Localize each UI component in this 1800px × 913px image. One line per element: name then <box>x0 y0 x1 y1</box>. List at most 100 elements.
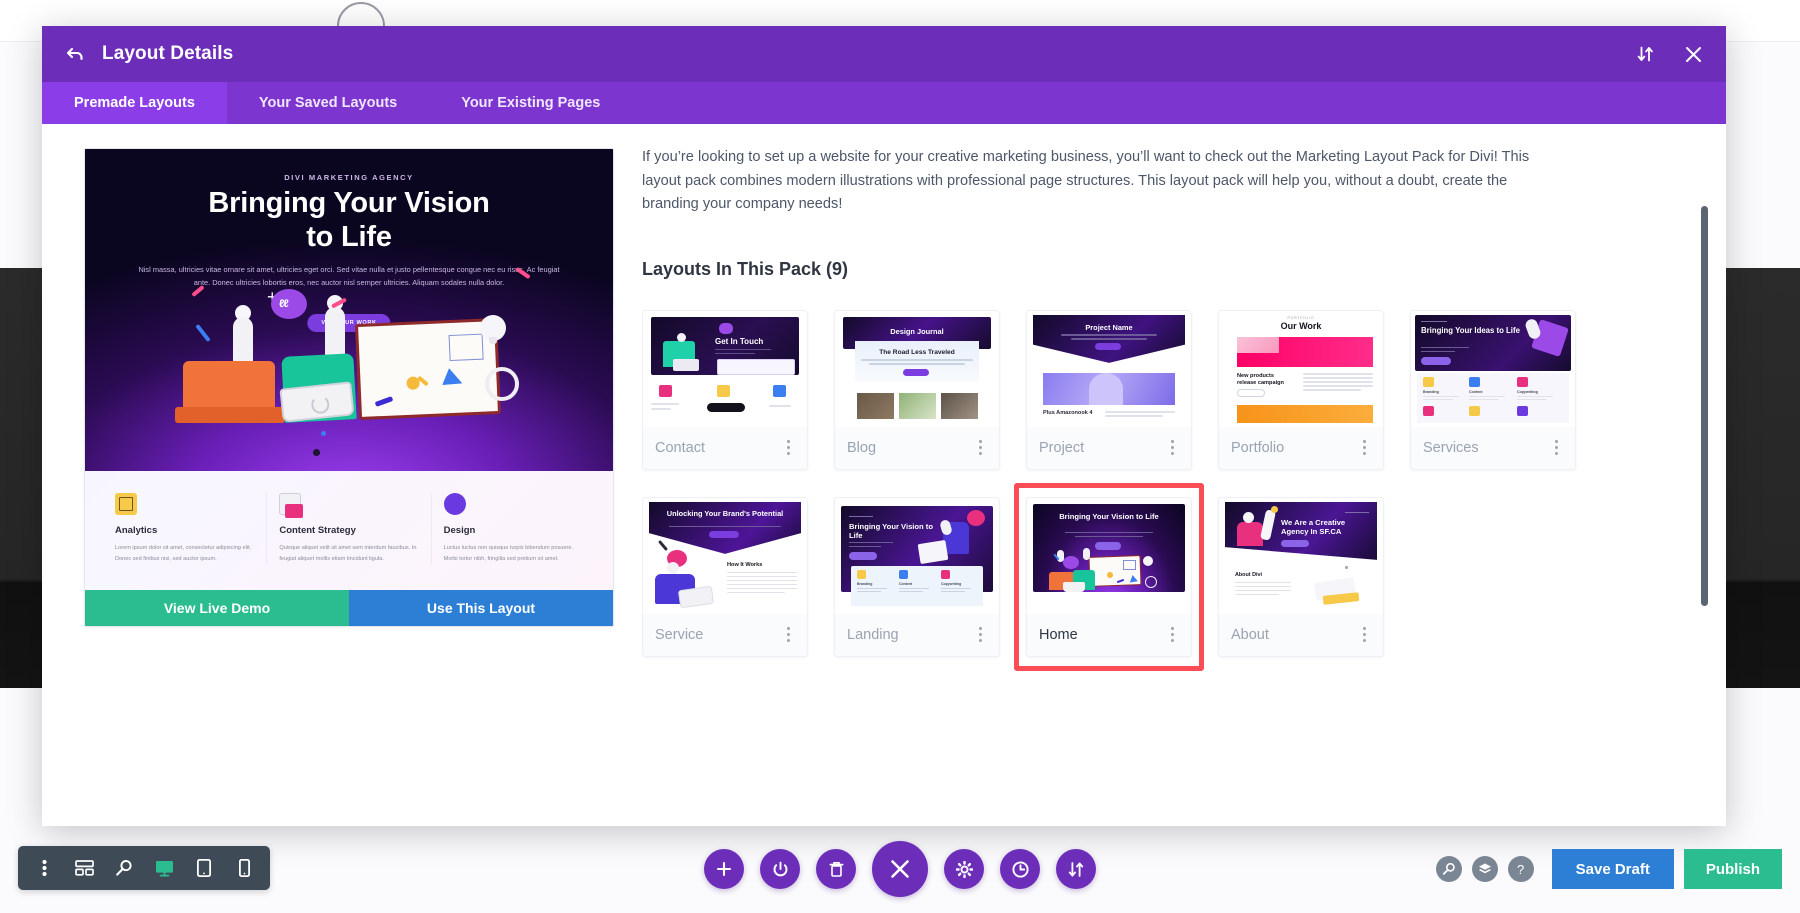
kebab-menu-icon[interactable] <box>1357 440 1371 456</box>
layout-name: Project <box>1039 439 1085 456</box>
preview-heading-line1: Bringing Your Vision <box>208 187 490 219</box>
help-icon[interactable]: ? <box>1507 856 1534 882</box>
thumb-subtitle: About Divi <box>1235 571 1262 578</box>
builder-left-toolbar <box>18 846 270 890</box>
wireframe-icon[interactable] <box>66 850 102 886</box>
layout-thumbnail: We Are a Creative Agency In SF.CA About … <box>1219 497 1383 614</box>
thumb-title: Bringing Your Ideas to Life <box>1421 325 1520 335</box>
layout-card-portfolio[interactable]: PORTFOLIO Our Work New products release … <box>1218 309 1384 470</box>
thumb-title: We Are a Creative Agency In SF.CA <box>1281 517 1346 537</box>
layout-thumbnail: Get In Touch <box>643 310 807 427</box>
layout-name: Services <box>1423 439 1479 456</box>
preview-hero: DIVI MARKETING AGENCY Bringing Your Visi… <box>85 149 613 471</box>
thumb-title: Unlocking Your Brand's Potential <box>666 508 784 518</box>
feature-title: Design <box>443 525 476 536</box>
modal-tabs: Premade Layouts Your Saved Layouts Your … <box>42 82 1726 124</box>
tab-your-existing-pages[interactable]: Your Existing Pages <box>429 82 632 124</box>
kebab-menu-icon[interactable] <box>26 850 62 886</box>
pack-description: If you’re looking to set up a website fo… <box>642 149 1530 213</box>
modal-header-actions <box>1634 43 1704 65</box>
thumb-title: Project Name <box>1085 322 1133 332</box>
tab-premade-layouts[interactable]: Premade Layouts <box>42 82 227 124</box>
view-live-demo-button[interactable]: View Live Demo <box>85 590 349 627</box>
gear-icon[interactable] <box>944 849 984 889</box>
kebab-menu-icon[interactable] <box>1165 440 1179 456</box>
palette-icon <box>443 493 466 515</box>
tablet-icon[interactable] <box>186 850 222 886</box>
layout-preview-card: DIVI MARKETING AGENCY Bringing Your Visi… <box>84 148 614 628</box>
layout-thumbnail: PORTFOLIO Our Work New products release … <box>1219 310 1383 427</box>
power-icon[interactable] <box>760 849 800 889</box>
layout-card-project[interactable]: Project Name Plus Amazonook 4 Project <box>1026 309 1192 470</box>
close-x-icon[interactable] <box>1682 43 1704 65</box>
phone-icon[interactable] <box>226 850 262 886</box>
thumb-subtitle: How It Works <box>727 561 763 568</box>
kebab-menu-icon[interactable] <box>973 627 987 643</box>
modal-scrollbar-thumb[interactable] <box>1701 206 1708 606</box>
layout-card-services[interactable]: Bringing Your Ideas to Life Branding Con… <box>1410 309 1576 470</box>
layout-thumbnail: Bringing Your Ideas to Life Branding Con… <box>1411 310 1575 427</box>
sort-updown-icon[interactable] <box>1056 849 1096 889</box>
plus-icon[interactable] <box>704 849 744 889</box>
thumb-subtitle: New products release campaign <box>1237 372 1284 387</box>
chart-icon <box>115 493 137 515</box>
preview-heading: Bringing Your Vision to Life <box>85 187 613 255</box>
layout-card-service[interactable]: Unlocking Your Brand's Potential How It … <box>642 496 808 657</box>
kebab-menu-icon[interactable] <box>781 627 795 643</box>
close-x-icon[interactable] <box>872 841 928 897</box>
builder-center-toolbar <box>704 841 1096 897</box>
layers-icon[interactable] <box>1471 856 1498 882</box>
kebab-menu-icon[interactable] <box>973 440 987 456</box>
publish-button[interactable]: Publish <box>1683 849 1782 889</box>
layout-card-blog[interactable]: Design Journal The Road Less Traveled Bl… <box>834 309 1000 470</box>
desktop-icon[interactable] <box>146 850 182 886</box>
thumb-title: Bringing Your Vision to Life <box>849 521 933 541</box>
layout-thumbnail: Bringing Your Vision to Life <box>1027 497 1191 614</box>
chat-bubble-icon: ℓℓ <box>271 289 307 319</box>
layout-name: Service <box>655 626 704 643</box>
kebab-menu-icon[interactable] <box>1549 440 1563 456</box>
kebab-menu-icon[interactable] <box>781 440 795 456</box>
thumb-subtitle: The Road Less Traveled <box>879 348 955 356</box>
trash-icon[interactable] <box>816 849 856 889</box>
decor-dot <box>313 449 320 456</box>
preview-actions: View Live Demo Use This Layout <box>85 590 613 627</box>
modal-scrollbar-track[interactable] <box>1701 206 1708 808</box>
feature-analytics: Analytics Lorem ipsum dolor sit amet, co… <box>103 493 266 564</box>
tab-your-saved-layouts[interactable]: Your Saved Layouts <box>227 82 429 124</box>
layout-name: Landing <box>847 626 899 643</box>
layout-preview-column: DIVI MARKETING AGENCY Bringing Your Visi… <box>42 124 642 826</box>
layout-thumbnail: Unlocking Your Brand's Potential How It … <box>643 497 807 614</box>
layout-name: Home <box>1039 626 1078 643</box>
use-this-layout-button[interactable]: Use This Layout <box>349 590 613 627</box>
sort-updown-icon[interactable] <box>1634 43 1656 65</box>
layout-card-landing[interactable]: Bringing Your Vision to Life Branding Co… <box>834 496 1000 657</box>
feature-design: Design Luctus luctus non quisque turpis … <box>432 493 595 564</box>
person-body <box>233 317 253 363</box>
back-arrow-icon[interactable] <box>62 41 88 67</box>
zoom-out-icon[interactable] <box>106 850 142 886</box>
builder-right-toolbar: ? Save Draft Publish <box>1435 849 1782 889</box>
layout-details-modal: Layout Details Premade Layouts Your Save… <box>42 26 1726 826</box>
layout-card-about[interactable]: We Are a Creative Agency In SF.CA About … <box>1218 496 1384 657</box>
history-icon[interactable] <box>1000 849 1040 889</box>
sofa-illustration <box>175 407 285 423</box>
layout-thumbnail: Bringing Your Vision to Life <box>835 497 999 614</box>
preview-heading-line2: to Life <box>306 220 392 253</box>
kebab-menu-icon[interactable] <box>1357 627 1371 643</box>
modal-header: Layout Details <box>42 26 1726 82</box>
save-draft-button[interactable]: Save Draft <box>1551 849 1674 889</box>
layout-card-home[interactable]: Bringing Your Vision to Life Home <box>1014 482 1204 671</box>
search-icon[interactable] <box>1435 856 1462 882</box>
layout-name: Contact <box>655 439 705 456</box>
preview-kicker: DIVI MARKETING AGENCY <box>284 173 414 182</box>
layout-thumbnail: Project Name Plus Amazonook 4 <box>1027 310 1191 427</box>
kebab-menu-icon[interactable] <box>1165 627 1179 643</box>
document-icon <box>279 493 304 518</box>
layout-card-contact[interactable]: Get In Touch Contact <box>642 309 808 470</box>
feature-desc: Quisque aliquet velit sit amet sem inter… <box>279 545 417 562</box>
layout-name: About <box>1231 626 1269 643</box>
lightbulb-icon <box>480 315 506 344</box>
thumb-title: Design Journal <box>890 326 944 336</box>
decor-accent-icon <box>195 323 211 343</box>
